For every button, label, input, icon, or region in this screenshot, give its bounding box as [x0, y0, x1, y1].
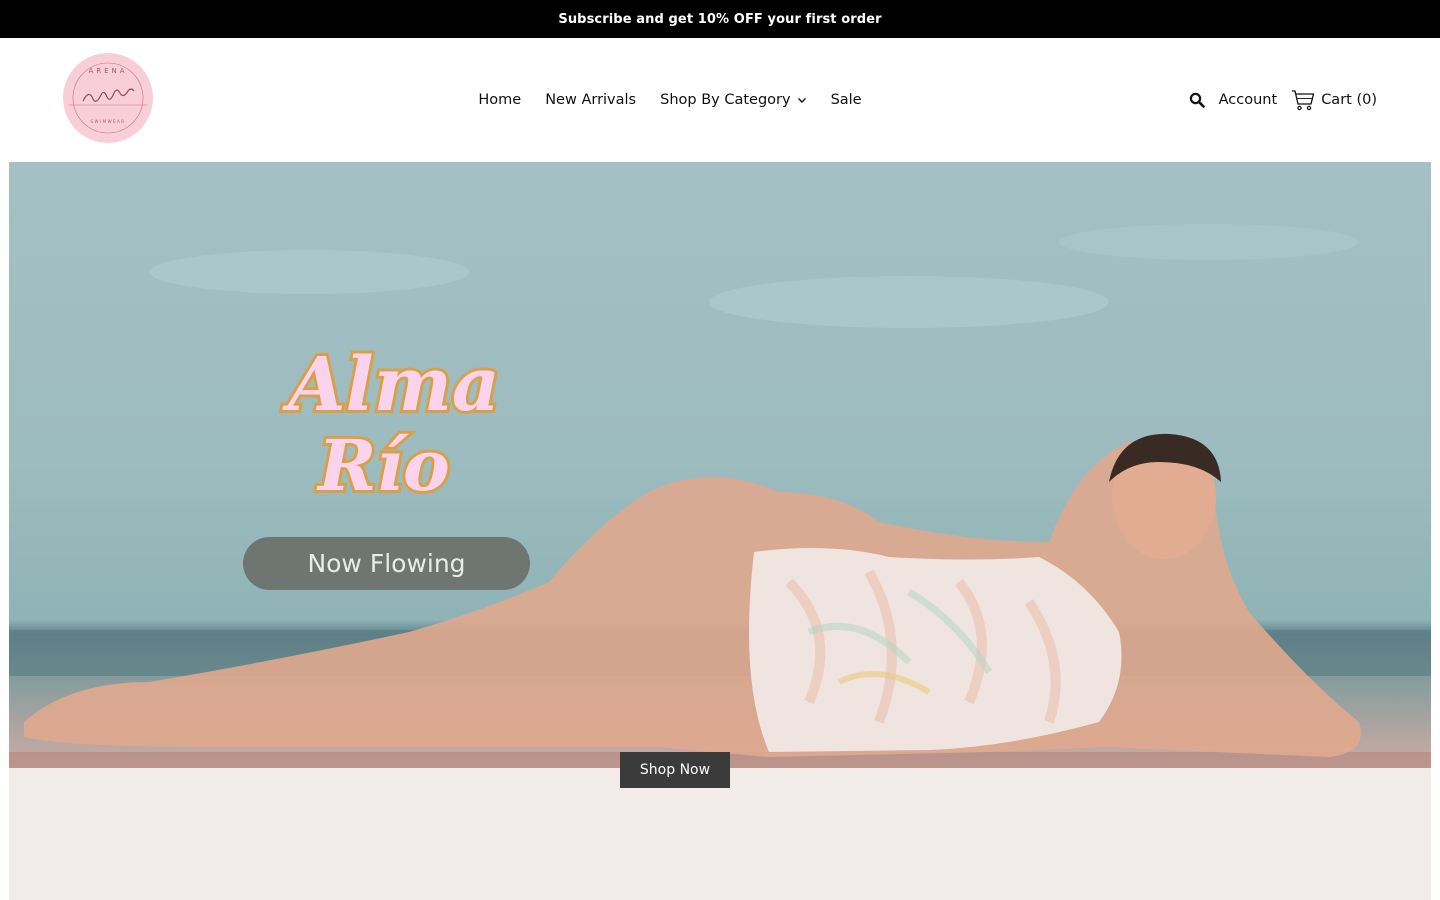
nav-sale[interactable]: Sale — [831, 92, 862, 108]
announcement-text: Subscribe and get 10% OFF your first ord… — [558, 11, 882, 27]
nav-sale-label: Sale — [830, 92, 862, 108]
cart-link[interactable]: Cart (0) — [1291, 89, 1377, 111]
svg-text:SWIMWEAR: SWIMWEAR — [90, 119, 125, 124]
cart-label: Cart (0) — [1321, 92, 1377, 108]
logo-mark: ARENA SWIMWEAR — [64, 54, 152, 142]
hero-title-logo: Alma Río — [249, 330, 539, 510]
brand-logo[interactable]: ARENA SWIMWEAR — [63, 53, 153, 143]
hero-photo — [9, 224, 1431, 900]
cart-icon — [1292, 90, 1315, 111]
shop-now-button[interactable]: Shop Now — [620, 752, 730, 788]
site-header: ARENA SWIMWEAR Home New Arrivals Shop By… — [0, 38, 1440, 162]
account-link[interactable]: Account — [1219, 92, 1278, 108]
nav-home-label: Home — [478, 92, 522, 108]
hero-title-line1: Alma — [282, 342, 500, 428]
hero-title-line2: Río — [316, 424, 449, 507]
nav-shop-by-category[interactable]: Shop By Category — [660, 92, 806, 108]
hero-banner[interactable]: Alma Río Now Flowing Shop Now — [9, 162, 1431, 900]
now-flowing-pill[interactable]: Now Flowing — [243, 537, 530, 590]
nav-shop-by-category-label: Shop By Category — [660, 92, 791, 108]
header-actions: Account Cart (0) — [1189, 38, 1377, 162]
search-icon[interactable] — [1189, 92, 1205, 108]
announcement-bar[interactable]: Subscribe and get 10% OFF your first ord… — [0, 0, 1440, 38]
svg-text:ARENA: ARENA — [88, 67, 127, 75]
now-flowing-label: Now Flowing — [307, 549, 466, 578]
shop-now-label: Shop Now — [639, 762, 711, 778]
nav-home[interactable]: Home — [478, 92, 521, 108]
nav-new-arrivals[interactable]: New Arrivals — [545, 92, 636, 108]
alma-rio-wordmark: Alma Río — [279, 339, 503, 510]
nav-new-arrivals-label: New Arrivals — [545, 92, 637, 108]
chevron-down-icon — [797, 98, 806, 103]
